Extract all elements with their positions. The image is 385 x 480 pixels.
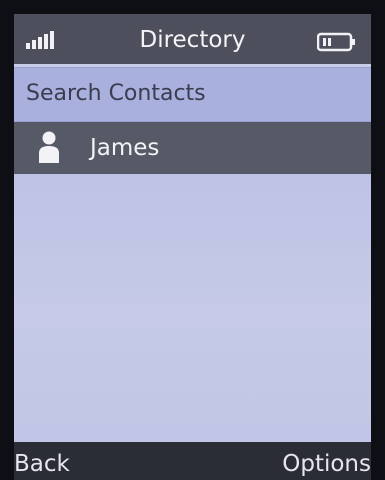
battery-icon bbox=[317, 32, 355, 52]
person-icon bbox=[39, 131, 59, 163]
softkey-bar: Back Options bbox=[14, 442, 371, 480]
options-softkey[interactable]: Options bbox=[282, 450, 371, 478]
search-contacts-label: Search Contacts bbox=[26, 81, 206, 106]
search-contacts-item[interactable]: Search Contacts bbox=[14, 67, 371, 122]
back-softkey[interactable]: Back bbox=[14, 450, 70, 478]
status-bar: Directory bbox=[14, 14, 371, 64]
contact-list-item[interactable]: James bbox=[14, 122, 371, 174]
phone-device: Directory Search Contacts James Back Opt… bbox=[0, 0, 385, 480]
contact-name: James bbox=[90, 135, 160, 161]
phone-screen: Directory Search Contacts James Back Opt… bbox=[14, 14, 371, 480]
contact-list-empty-area bbox=[14, 174, 371, 444]
